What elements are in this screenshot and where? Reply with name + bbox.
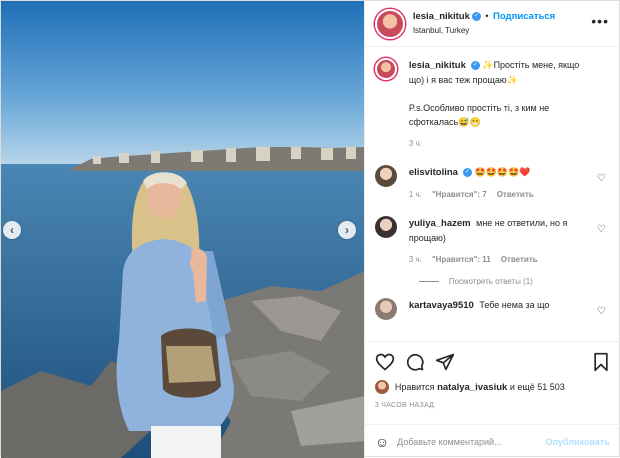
liker-avatar[interactable] bbox=[374, 380, 389, 394]
next-photo-button[interactable]: › bbox=[338, 221, 356, 239]
instagram-post: ‹ › lesia_nikituk ✓ • Подписаться Istanbu… bbox=[0, 0, 620, 458]
post-photo[interactable]: ‹ › bbox=[1, 1, 364, 458]
reply-button[interactable]: Ответить bbox=[501, 253, 538, 267]
liker-username[interactable]: natalya_ivasiuk bbox=[437, 382, 507, 393]
commenter-username[interactable]: elisvitolina bbox=[409, 167, 458, 178]
author-avatar[interactable] bbox=[374, 8, 405, 39]
post-actions: Нравится natalya_ivasiuk и ещё 51 503 3 … bbox=[364, 341, 620, 421]
caption-avatar[interactable] bbox=[374, 58, 397, 80]
likes-prefix: Нравится bbox=[394, 382, 435, 392]
comment-time[interactable]: 1 ч. bbox=[409, 188, 422, 202]
comment-input[interactable] bbox=[397, 436, 546, 447]
caption-username[interactable]: lesia_nikituk bbox=[409, 60, 466, 71]
comment-item: yuliya_hazem мне не ответили, но я проща… bbox=[374, 216, 610, 267]
verified-icon: ✓ bbox=[470, 61, 480, 71]
more-horizontal-icon[interactable]: ••• bbox=[591, 13, 609, 29]
commenter-username[interactable]: yuliya_hazem bbox=[409, 218, 471, 229]
bookmark-icon[interactable] bbox=[592, 352, 610, 372]
share-send-icon[interactable] bbox=[435, 352, 455, 372]
commenter-username[interactable]: kartavaya9510 bbox=[409, 300, 474, 311]
comment-text: Тебе нема за що bbox=[479, 300, 550, 310]
comment-item: kartavaya9510 Тебе нема за що ♡ bbox=[374, 298, 610, 320]
commenter-avatar[interactable] bbox=[374, 165, 397, 187]
like-comment-heart-icon[interactable]: ♡ bbox=[597, 306, 606, 317]
comment-text: 🤩🤩🤩🤩❤️ bbox=[474, 167, 531, 177]
replies-divider bbox=[418, 281, 439, 282]
chevron-right-icon: › bbox=[345, 223, 349, 237]
view-replies-button[interactable]: Посмотреть ответы (1) bbox=[418, 277, 610, 286]
verified-icon: ✓ bbox=[471, 12, 481, 22]
comment-likes[interactable]: "Нравится": 11 bbox=[432, 253, 491, 267]
header-separator: • bbox=[485, 11, 489, 21]
follow-button[interactable]: Подписаться bbox=[493, 11, 555, 22]
previous-photo-button[interactable]: ‹ bbox=[3, 221, 21, 239]
reply-button[interactable]: Ответить bbox=[497, 188, 534, 202]
comment-time[interactable]: 3 ч. bbox=[409, 253, 422, 267]
likes-count[interactable]: и ещё 51 503 bbox=[510, 382, 565, 392]
chevron-left-icon: ‹ bbox=[10, 223, 14, 237]
caption-time[interactable]: 3 ч. bbox=[409, 137, 422, 151]
likes-summary: Нравится natalya_ivasiuk и ещё 51 503 bbox=[374, 380, 610, 394]
comments-list[interactable]: lesia_nikituk ✓ ✨Простіть мене, якщо що) … bbox=[365, 48, 620, 338]
caption-text-line2: P.s.Особливо простіть ті, з ким не сфотк… bbox=[408, 103, 550, 127]
comment-likes[interactable]: "Нравится": 7 bbox=[432, 188, 487, 202]
location-link[interactable]: Istanbul, Turkey bbox=[413, 24, 555, 38]
like-heart-icon[interactable] bbox=[375, 352, 395, 372]
commenter-avatar[interactable] bbox=[374, 216, 397, 238]
photo-illustration bbox=[1, 1, 364, 458]
author-username[interactable]: lesia_nikituk bbox=[413, 11, 470, 22]
post-sidebar: lesia_nikituk ✓ • Подписаться Istanbul, T… bbox=[363, 1, 620, 458]
view-replies-label: Посмотреть ответы (1) bbox=[448, 277, 533, 286]
emoji-icon[interactable]: ☺ bbox=[375, 434, 389, 450]
like-comment-heart-icon[interactable]: ♡ bbox=[597, 173, 606, 184]
caption: lesia_nikituk ✓ ✨Простіть мене, якщо що) … bbox=[374, 58, 610, 151]
post-header: lesia_nikituk ✓ • Подписаться Istanbul, T… bbox=[364, 1, 619, 47]
commenter-avatar[interactable] bbox=[374, 298, 397, 320]
comment-bubble-icon[interactable] bbox=[405, 352, 425, 372]
verified-icon: ✓ bbox=[462, 168, 472, 178]
publish-button[interactable]: Опубликовать bbox=[546, 437, 610, 447]
post-time-ago[interactable]: 3 ЧАСОВ НАЗАД bbox=[375, 402, 610, 409]
comment-item: elisvitolina ✓ 🤩🤩🤩🤩❤️ 1 ч. "Нравится": 7 … bbox=[374, 165, 610, 202]
add-comment-bar: ☺ Опубликовать bbox=[364, 424, 620, 458]
like-comment-heart-icon[interactable]: ♡ bbox=[597, 224, 606, 235]
